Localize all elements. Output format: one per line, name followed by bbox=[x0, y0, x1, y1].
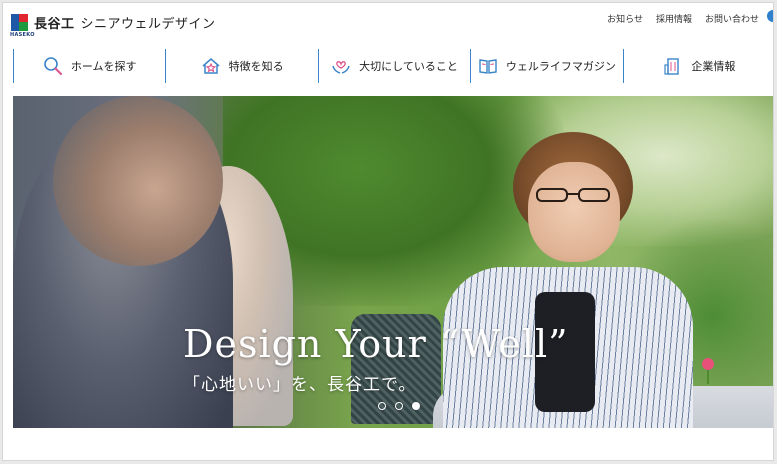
hands-heart-icon bbox=[332, 61, 350, 74]
brand-name: 長谷工 bbox=[34, 17, 75, 32]
page: HASEKO 長谷工 シニアウェルデザイン お知らせ 採用情報 お問い合わせ ホー… bbox=[2, 2, 774, 461]
global-nav: ホームを探す 特徴を知る 大切にしていること ウェルライフマガジン 企業情報 bbox=[13, 49, 773, 83]
nav-item-label: 大切にしていること bbox=[359, 60, 458, 73]
nav-item-find-home[interactable]: ホームを探す bbox=[13, 49, 165, 83]
top-links: お知らせ 採用情報 お問い合わせ bbox=[607, 12, 759, 25]
house-star-icon bbox=[202, 58, 220, 74]
hero-title: Design Your “Well” bbox=[183, 322, 569, 366]
smiling-woman-figure bbox=[413, 132, 693, 428]
nav-item-label: 企業情報 bbox=[691, 60, 736, 73]
hero-subtitle: 「心地いい」を、長谷工で。 bbox=[183, 375, 417, 395]
carousel-dot-1[interactable] bbox=[378, 402, 386, 410]
top-link-recruit[interactable]: 採用情報 bbox=[656, 12, 692, 25]
glasses-icon bbox=[536, 188, 610, 202]
nav-item-label: ウェルライフマガジン bbox=[505, 60, 616, 73]
nav-item-magazine[interactable]: ウェルライフマガジン bbox=[470, 49, 622, 83]
search-icon bbox=[44, 57, 62, 75]
building-icon bbox=[664, 58, 680, 75]
nav-item-label: 特徴を知る bbox=[228, 60, 284, 73]
site-name-text: シニアウェルデザイン bbox=[80, 17, 216, 32]
hero-carousel[interactable]: Design Your “Well” 「心地いい」を、長谷工で。 bbox=[13, 96, 773, 428]
carousel-dot-3[interactable] bbox=[412, 402, 420, 410]
haseko-logo-mark: HASEKO bbox=[10, 14, 34, 38]
edge-menu-button[interactable] bbox=[767, 10, 773, 22]
site-name: 長谷工 シニアウェルデザイン bbox=[34, 14, 216, 36]
carousel-dots bbox=[378, 402, 420, 410]
flower-icon bbox=[702, 358, 714, 384]
carousel-dot-2[interactable] bbox=[395, 402, 403, 410]
top-link-contact[interactable]: お問い合わせ bbox=[705, 12, 759, 25]
nav-item-values[interactable]: 大切にしていること bbox=[317, 49, 470, 83]
nav-item-label: ホームを探す bbox=[70, 60, 137, 73]
nav-item-features[interactable]: 特徴を知る bbox=[165, 49, 317, 83]
logo-sub-text: HASEKO bbox=[10, 32, 35, 38]
top-link-news[interactable]: お知らせ bbox=[607, 12, 643, 25]
nav-item-company[interactable]: 企業情報 bbox=[622, 49, 773, 83]
logo[interactable]: HASEKO 長谷工 シニアウェルデザイン bbox=[10, 14, 216, 38]
book-icon bbox=[479, 59, 497, 74]
